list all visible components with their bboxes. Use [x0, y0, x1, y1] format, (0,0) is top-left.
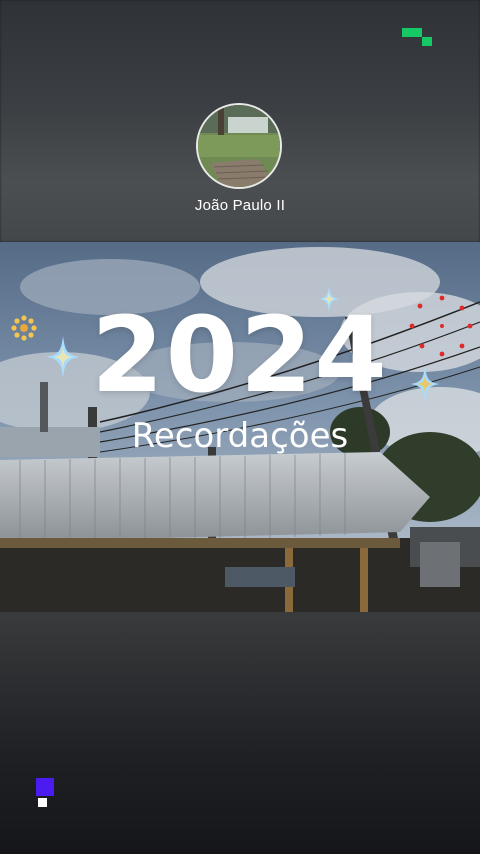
memories-subtitle: Recordações: [131, 416, 349, 456]
pixel-logo-icon: [36, 778, 54, 807]
year-title: 2024: [91, 294, 389, 416]
blurred-background-bottom: [0, 612, 480, 854]
profile-name: João Paulo II: [194, 197, 286, 214]
avatar[interactable]: [196, 103, 282, 189]
avatar-photo: [198, 105, 280, 187]
pixel-logo-icon: [402, 28, 432, 46]
